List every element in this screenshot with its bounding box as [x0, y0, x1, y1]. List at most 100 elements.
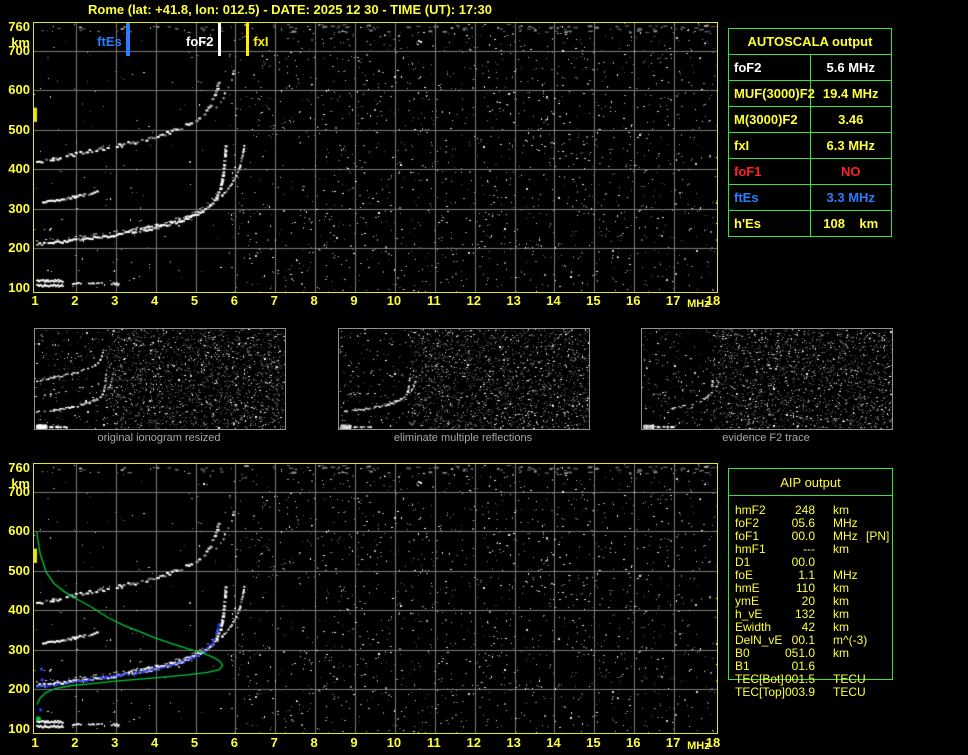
x-tick-4: 4 [151, 293, 159, 308]
thumbnail-evidence-f2 [641, 328, 893, 430]
y-axis-unit: km [11, 476, 30, 491]
autoscala-param-value: 3.3 MHz [809, 184, 892, 211]
autoscala-param-label: MUF(3000)F2 [728, 80, 815, 107]
aip-param-value: 003.9 [784, 685, 815, 699]
autoscala-row-ftEs: ftEs 3.3 MHz [728, 184, 892, 211]
thumbnail-canvas-cleaned [339, 329, 589, 429]
marker-line-ftEs [125, 23, 130, 56]
x-axis-unit: MHz [687, 298, 710, 310]
aip-param-unit: km [833, 542, 849, 556]
marker-label-foF2: foF2 [186, 34, 214, 49]
thumbnail-canvas-evidence [642, 329, 892, 429]
autoscala-param-value: 6.3 MHz [809, 132, 892, 159]
autoscala-row-foF2: foF2 5.6 MHz [728, 54, 892, 81]
autoscala-param-label: ftEs [728, 184, 811, 211]
x-tick-10: 10 [386, 735, 402, 750]
x-tick-14: 14 [546, 293, 561, 308]
thumbnail-caption-original: original ionogram resized [97, 432, 221, 444]
marker-line-fxI [245, 23, 249, 56]
ionogram-plot-top: ftEs foF2 fxI [33, 22, 718, 293]
x-tick-13: 13 [506, 293, 521, 308]
y-axis-unit: km [11, 35, 30, 50]
x-tick-10: 10 [386, 293, 402, 308]
marker-label-ftEs: ftEs [97, 34, 122, 49]
thumbnail-caption-evidence: evidence F2 trace [722, 432, 810, 444]
autoscala-output-table: AUTOSCALA output foF2 5.6 MHz MUF(3000)F2 1… [728, 28, 892, 237]
aip-output-table: AIP output hmF2 248 km foF2 05.6 MHz foF1 00.0 M… [728, 468, 893, 699]
y-tick-600: 600 [8, 523, 30, 539]
x-tick-9: 9 [350, 293, 358, 308]
aip-header-divider [729, 495, 892, 496]
x-tick-2: 2 [71, 293, 79, 308]
autoscala-param-value: 19.4 MHz [809, 80, 892, 107]
y-tick-500: 500 [8, 121, 30, 137]
autoscala-table-title: AUTOSCALA output [728, 28, 892, 55]
ionogram-canvas-bottom [34, 464, 717, 733]
thumbnail-caption-cleaned: eliminate multiple reflections [393, 432, 533, 444]
aip-param-extra: [PN] [866, 529, 890, 543]
autoscala-param-value: 108 km [809, 210, 892, 237]
y-tick-200: 200 [8, 681, 30, 697]
y-tick-200: 200 [8, 240, 30, 256]
x-tick-5: 5 [190, 735, 199, 750]
y-tick-600: 600 [8, 82, 30, 98]
x-tick-1: 1 [31, 735, 39, 750]
y-tick-760: 760 [8, 19, 30, 34]
page-title: Rome (lat: +41.8, lon: 012.5) - DATE: 20… [88, 2, 492, 17]
autoscala-param-label: M(3000)F2 [728, 106, 811, 133]
autoscala-screen: Rome (lat: +41.8, lon: 012.5) - DATE: 20… [0, 0, 968, 755]
x-tick-12: 12 [466, 293, 481, 308]
y-tick-100: 100 [8, 721, 30, 736]
aip-param-unit: TECU [833, 685, 866, 699]
x-tick-11: 11 [426, 293, 441, 308]
x-tick-8: 8 [310, 735, 318, 750]
autoscala-param-value: NO [809, 158, 892, 185]
autoscala-param-label: h'Es [728, 210, 811, 237]
ionogram-plot-bottom [33, 463, 718, 734]
x-tick-15: 15 [586, 293, 601, 308]
thumbnail-original-ionogram [34, 328, 286, 430]
aip-row-TEC[Top]: TEC[Top] 003.9 TECU [729, 686, 892, 699]
autoscala-param-label: fxI [728, 132, 811, 159]
x-tick-17: 17 [665, 735, 681, 750]
ionogram-canvas-top [34, 23, 717, 292]
x-axis-unit: MHz [687, 740, 710, 752]
y-tick-500: 500 [8, 562, 30, 578]
autoscala-row-fxI: fxI 6.3 MHz [728, 132, 892, 159]
autoscala-param-label: foF2 [728, 54, 811, 81]
x-tick-13: 13 [506, 735, 521, 750]
x-tick-2: 2 [71, 735, 79, 750]
y-tick-400: 400 [8, 602, 30, 618]
autoscala-param-value: 5.6 MHz [809, 54, 892, 81]
thumbnail-eliminate-reflections [338, 328, 590, 430]
x-tick-4: 4 [151, 735, 159, 750]
aip-param-label: TEC[Top] [735, 685, 786, 699]
autoscala-row-M(3000)F2: M(3000)F2 3.46 [728, 106, 892, 133]
x-tick-16: 16 [626, 293, 641, 308]
x-tick-7: 7 [270, 293, 278, 308]
x-tick-5: 5 [190, 293, 199, 308]
aip-param-unit: km [833, 646, 849, 660]
x-tick-9: 9 [350, 735, 358, 750]
y-tick-300: 300 [8, 200, 30, 216]
x-tick-1: 1 [31, 293, 39, 308]
x-tick-7: 7 [270, 735, 278, 750]
marker-line-foF2 [217, 23, 221, 56]
x-tick-3: 3 [111, 293, 119, 308]
autoscala-param-label: foF1 [728, 158, 811, 185]
aip-table-title: AIP output [780, 475, 841, 490]
autoscala-row-MUF(3000)F2: MUF(3000)F2 19.4 MHz [728, 80, 892, 107]
y-tick-300: 300 [8, 641, 30, 657]
x-tick-3: 3 [111, 735, 119, 750]
autoscala-row-foF1: foF1 NO [728, 158, 892, 185]
y-tick-760: 760 [8, 460, 30, 475]
x-tick-17: 17 [665, 293, 681, 308]
x-tick-6: 6 [230, 293, 239, 308]
autoscala-row-h'Es: h'Es 108 km [728, 210, 892, 237]
x-tick-11: 11 [426, 735, 441, 750]
x-tick-6: 6 [230, 735, 239, 750]
x-tick-14: 14 [546, 735, 561, 750]
x-tick-12: 12 [466, 735, 481, 750]
autoscala-param-value: 3.46 [809, 106, 892, 133]
x-tick-8: 8 [310, 293, 318, 308]
